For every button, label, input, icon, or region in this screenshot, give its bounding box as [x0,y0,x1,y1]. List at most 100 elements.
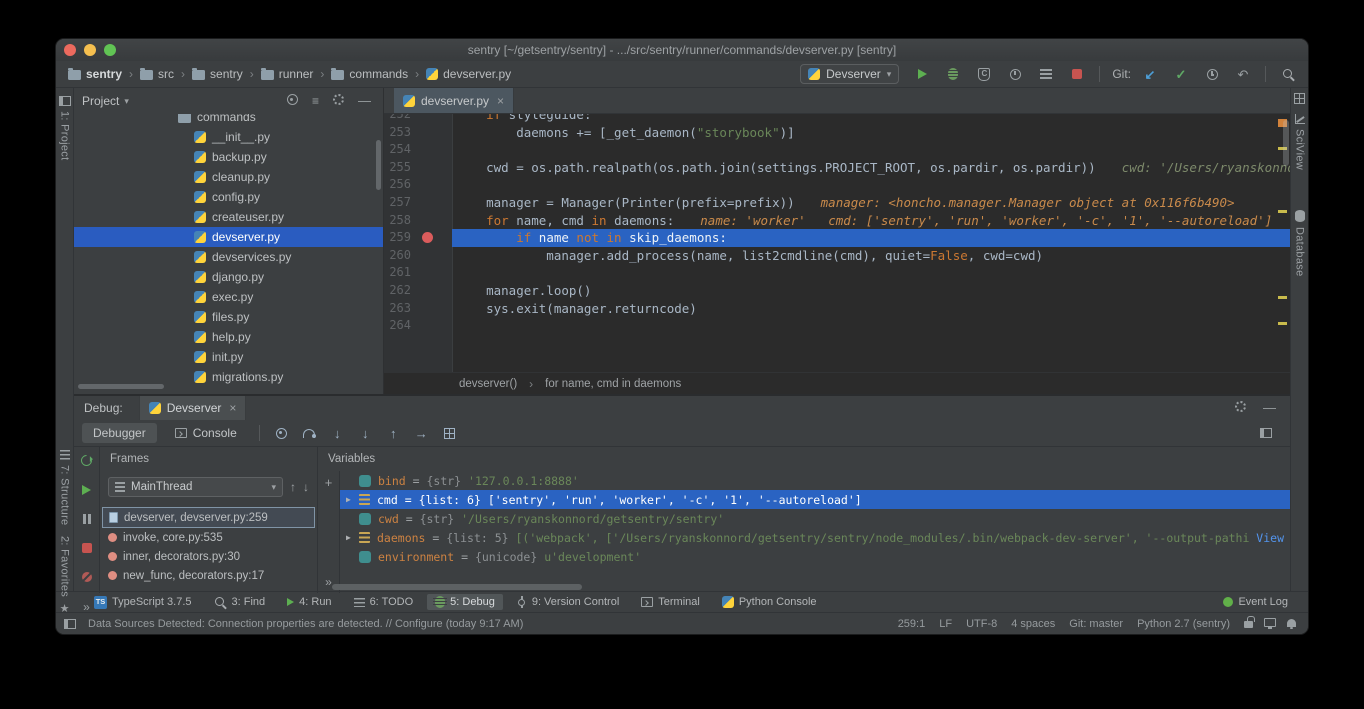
tree-item-files-py[interactable]: files.py [74,307,383,327]
editor-line[interactable]: 262 manager.loop() [384,282,1290,300]
close-tab-icon[interactable]: × [497,94,504,108]
layout-settings-button[interactable] [1255,424,1276,442]
status-item-python-2-7-sentry[interactable]: Python 2.7 (sentry) [1137,618,1230,630]
expand-arrow-icon[interactable]: ▶ [346,533,359,542]
toolbar-button-3-find[interactable]: 3: Find [206,594,274,611]
pause-button[interactable] [83,511,91,529]
tree-item-backup-py[interactable]: backup.py [74,147,383,167]
editor-line[interactable]: 260 manager.add_process(name, list2cmdli… [384,247,1290,265]
toolbar-button-typescript-3-7-5[interactable]: TSTypeScript 3.7.5 [86,594,200,611]
tree-item-cleanup-py[interactable]: cleanup.py [74,167,383,187]
editor-line[interactable]: 257 manager = Manager(Printer(prefix=pre… [384,194,1290,212]
gutter-line-number[interactable]: 259 [384,229,452,247]
more-button[interactable]: » [83,598,90,616]
debug-session-tab[interactable]: Devserver × [139,396,247,420]
gutter-line-number[interactable]: 255 [384,159,452,177]
search-everywhere-button[interactable] [1278,64,1298,84]
tree-item-commands[interactable]: commands [74,114,383,127]
gutter-line-number[interactable]: 260 [384,247,452,265]
coverage-button[interactable]: C [974,64,994,84]
debug-view-tab-console[interactable]: Console [164,423,248,443]
project-vertical-scrollbar[interactable] [376,140,381,190]
debug-button[interactable] [943,64,963,84]
status-item-utf-8[interactable]: UTF-8 [966,618,997,630]
sidebar-tab-structure[interactable]: 7: Structure [56,450,73,525]
editor-line[interactable]: 256 [384,176,1290,194]
force-step-into-button[interactable]: ↓ [355,424,376,442]
frame-row[interactable]: devserver, devserver.py:259 [102,507,315,528]
step-into-button[interactable]: ↓ [327,424,348,442]
tree-item-devservices-py[interactable]: devservices.py [74,247,383,267]
more-icon[interactable]: » [325,575,332,589]
editor-line[interactable]: 264 [384,317,1290,335]
variable-row-bind[interactable]: bind = {str} '127.0.0.1:8888' [340,471,1290,490]
run-button[interactable] [912,64,932,84]
profiler-button[interactable] [1005,64,1025,84]
zoom-window-button[interactable] [104,44,116,56]
tree-item-help-py[interactable]: help.py [74,327,383,347]
hide-panel-button[interactable]: — [1263,401,1276,415]
variable-row-cwd[interactable]: cwd = {str} '/Users/ryanskonnord/getsent… [340,509,1290,528]
sidebar-tab-project[interactable]: 1: Project [56,96,73,160]
project-horizontal-scrollbar[interactable] [78,384,164,389]
tree-item-init-py[interactable]: __init__.py [74,127,383,147]
tree-item-exec-py[interactable]: exec.py [74,287,383,307]
frame-row[interactable]: inner, decorators.py:30 [100,547,317,566]
step-out-button[interactable]: ↑ [383,424,404,442]
sidebar-tab-favorites[interactable]: 2: Favorites ★ [56,536,73,615]
toolbar-button-python-console[interactable]: Python Console [714,594,825,610]
status-item-git-master[interactable]: Git: master [1069,618,1123,630]
tree-item-devserver-py[interactable]: devserver.py [74,227,383,247]
expand-arrow-icon[interactable]: ▶ [346,495,359,504]
minimize-window-button[interactable] [84,44,96,56]
toolbar-button-9-version-control[interactable]: 9: Version Control [509,594,627,610]
rollback-button[interactable]: ↶ [1233,64,1253,84]
concurrency-button[interactable] [1036,64,1056,84]
editor-scrollbar[interactable] [1283,120,1289,166]
variable-row-cmd[interactable]: ▶cmd = {list: 6} ['sentry', 'run', 'work… [340,490,1290,509]
commit-button[interactable]: ✓ [1171,64,1191,84]
add-watch-button[interactable]: + [325,475,333,490]
breakpoint-icon[interactable] [422,232,433,243]
variable-row-environment[interactable]: environment = {unicode} u'development' [340,547,1290,566]
toolbar-button-event-log[interactable]: Event Log [1215,594,1296,610]
collapse-button[interactable]: ≡ [312,94,319,108]
gear-button[interactable] [333,94,344,108]
toolbar-button-terminal[interactable]: Terminal [633,594,708,610]
thread-select[interactable]: MainThread ▾ [108,477,283,497]
next-frame-button[interactable]: ↓ [303,480,309,494]
frame-row[interactable]: invoke, core.py:535 [100,528,317,547]
status-item-4-spaces[interactable]: 4 spaces [1011,618,1055,630]
gutter-line-number[interactable]: 263 [384,300,452,318]
run-configuration-select[interactable]: Devserver ▾ [800,64,899,84]
stop-button[interactable] [1067,64,1087,84]
sidebar-tab-sciview[interactable]: SciView [1291,114,1308,170]
editor-line[interactable]: 261 [384,264,1290,282]
project-panel-header[interactable]: Project ▾ ≡— [74,88,383,114]
error-stripe-mark[interactable] [1278,210,1287,213]
breadcrumb-item-src[interactable]: src [138,66,176,82]
status-message[interactable]: Data Sources Detected: Connection proper… [88,618,523,630]
tool-window-switcher-icon[interactable] [64,619,76,629]
gutter-line-number[interactable]: 261 [384,264,452,282]
tree-item-django-py[interactable]: django.py [74,267,383,287]
status-bell-button[interactable] [1287,618,1296,630]
variable-row-daemons[interactable]: ▶daemons = {list: 5} [('webpack', ['/Use… [340,528,1290,547]
gutter-line-number[interactable]: 253 [384,124,452,142]
editor-line[interactable]: 255 cwd = os.path.realpath(os.path.join(… [384,159,1290,177]
editor-tab-devserver[interactable]: devserver.py × [394,88,514,113]
variables-horizontal-scrollbar[interactable] [332,584,582,590]
status-monitor-button[interactable] [1264,618,1276,630]
status-unlock-button[interactable] [1244,616,1253,631]
breadcrumb-item-sentry[interactable]: sentry [190,66,245,82]
step-over-button[interactable] [299,424,320,442]
toolbar-button-4-run[interactable]: 4: Run [279,594,339,610]
tree-item-config-py[interactable]: config.py [74,187,383,207]
tree-item-init-py[interactable]: init.py [74,347,383,367]
status-item-259-1[interactable]: 259:1 [898,618,926,630]
editor-line[interactable]: 253 daemons += [_get_daemon("storybook")… [384,124,1290,142]
breadcrumb-item-sentry[interactable]: sentry [66,66,124,82]
hide-button[interactable]: — [358,94,371,108]
gutter-line-number[interactable]: 257 [384,194,452,212]
editor-line[interactable]: 252 if styleguide: [384,114,1290,124]
